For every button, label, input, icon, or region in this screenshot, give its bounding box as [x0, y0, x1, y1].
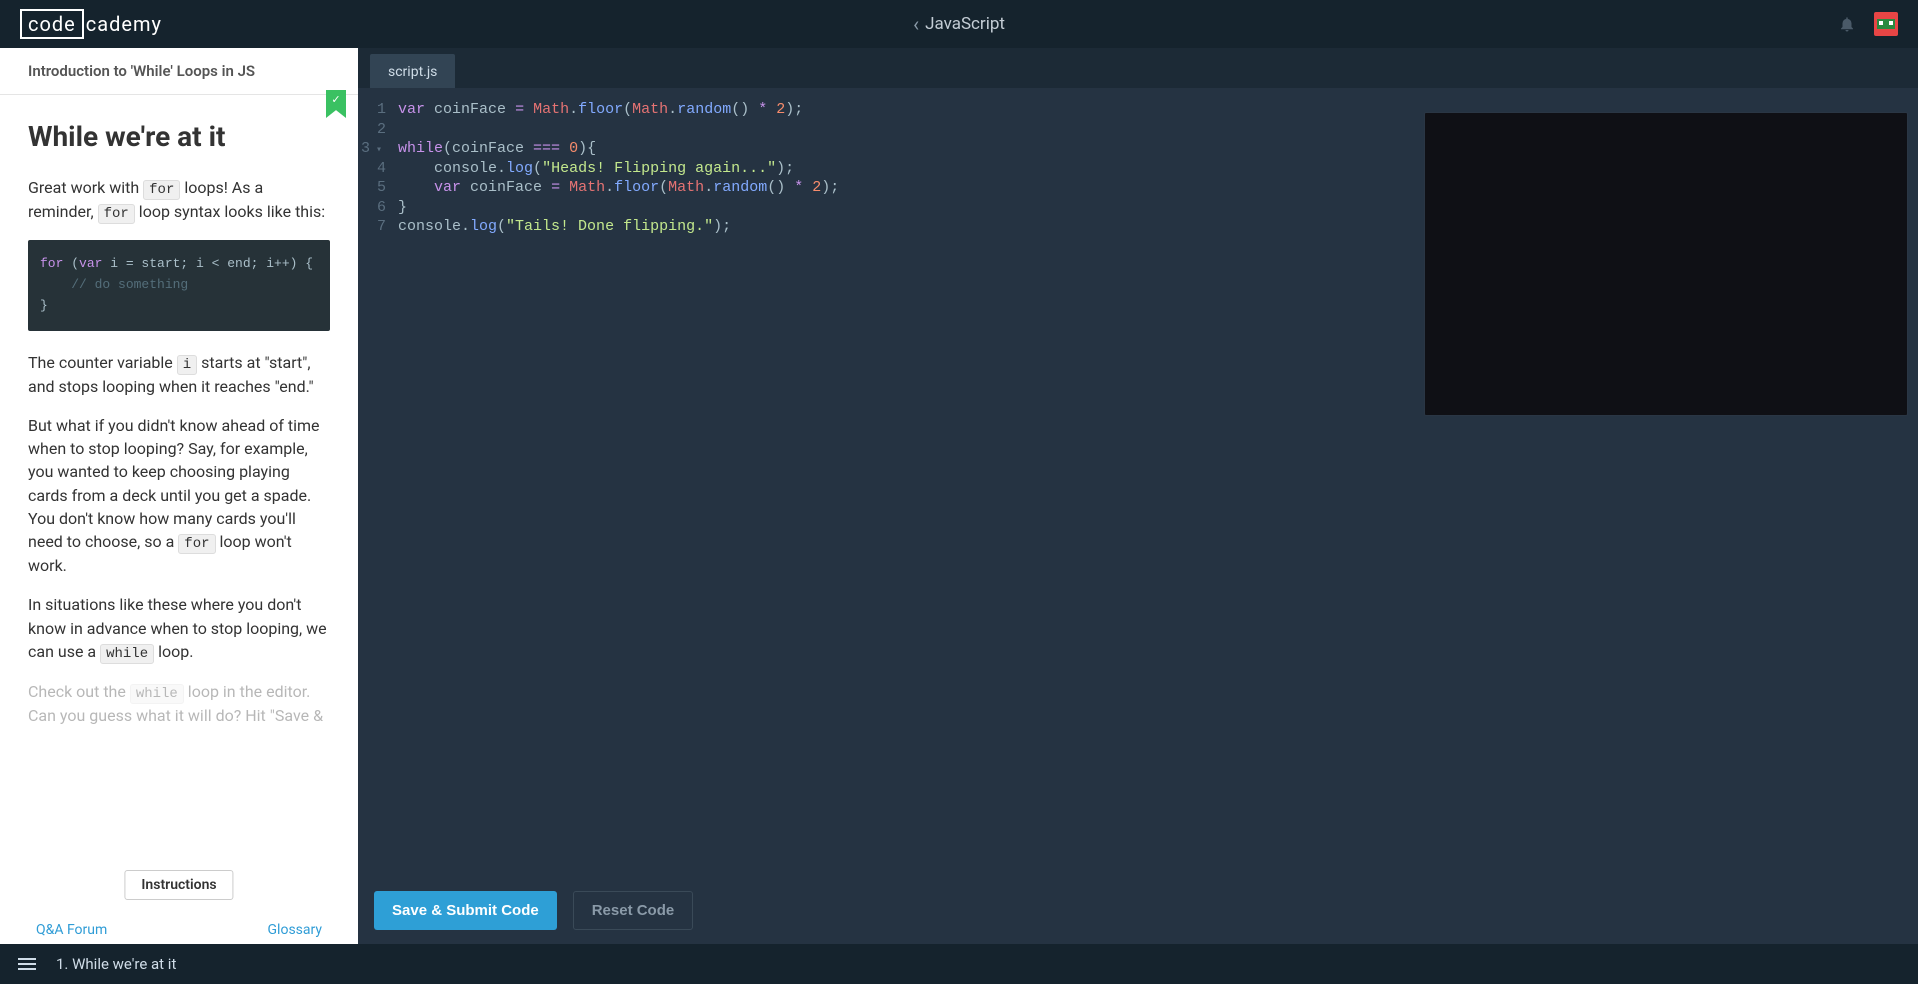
app-header: code cademy ‹ JavaScript	[0, 0, 1918, 48]
lesson-p4: In situations like these where you don't…	[28, 593, 330, 664]
glossary-link[interactable]: Glossary	[268, 922, 322, 938]
qa-forum-link[interactable]: Q&A Forum	[36, 922, 107, 938]
code-line-3: while(coinFace === 0){	[398, 139, 596, 159]
gutter-line: 1	[358, 100, 398, 120]
inline-code-while: while	[100, 644, 154, 664]
lesson-content[interactable]: While we're at it Great work with for lo…	[0, 95, 358, 944]
inline-code-for: for	[178, 534, 215, 554]
code-line-1: var coinFace = Math.floor(Math.random() …	[398, 100, 803, 120]
course-title-text: JavaScript	[925, 14, 1005, 34]
lesson-bottom-links: Q&A Forum Glossary	[0, 916, 358, 944]
code-line-7: console.log("Tails! Done flipping.");	[398, 217, 731, 237]
code-line-6: }	[398, 198, 407, 218]
gutter-line: 5	[358, 178, 398, 198]
output-panel	[1424, 112, 1908, 416]
check-icon: ✓	[331, 93, 340, 106]
chevron-left-icon: ‹	[913, 12, 919, 36]
logo[interactable]: code cademy	[20, 9, 162, 39]
instructions-tab[interactable]: Instructions	[124, 870, 233, 900]
tab-scriptjs[interactable]: script.js	[370, 54, 455, 88]
course-title[interactable]: ‹ JavaScript	[913, 12, 1005, 36]
code-line-4: console.log("Heads! Flipping again...");	[398, 159, 794, 179]
reset-button[interactable]: Reset Code	[573, 891, 694, 930]
editor-tabs: script.js	[358, 48, 1918, 88]
submit-button[interactable]: Save & Submit Code	[374, 891, 557, 930]
bell-icon[interactable]	[1838, 15, 1856, 33]
gutter-line: 3 ▾	[358, 139, 398, 159]
logo-text: cademy	[86, 12, 162, 36]
gutter-line: 6	[358, 198, 398, 218]
lesson-title: While we're at it	[28, 117, 330, 158]
lesson-p1: Great work with for loops! As a reminder…	[28, 176, 330, 225]
inline-code-i: i	[177, 355, 197, 375]
main-area: Introduction to 'While' Loops in JS ✓ Wh…	[0, 48, 1918, 944]
gutter-line: 7	[358, 217, 398, 237]
gutter-line: 2	[358, 120, 398, 140]
lesson-header-text: Introduction to 'While' Loops in JS	[28, 62, 255, 80]
avatar[interactable]	[1874, 12, 1898, 36]
editor-footer: Save & Submit Code Reset Code	[358, 877, 1918, 944]
lesson-faded: Check out the while loop in the editor. …	[28, 680, 330, 727]
lesson-p2: The counter variable i starts at "start"…	[28, 351, 330, 398]
gutter-line: 4	[358, 159, 398, 179]
footer-breadcrumb[interactable]: 1. While we're at it	[56, 955, 176, 973]
app-footer: 1. While we're at it	[0, 944, 1918, 984]
menu-icon[interactable]	[18, 958, 36, 970]
logo-box: code	[20, 9, 84, 39]
lesson-header: Introduction to 'While' Loops in JS	[0, 48, 358, 95]
inline-code-for: for	[143, 180, 180, 200]
lesson-p3: But what if you didn't know ahead of tim…	[28, 414, 330, 577]
lesson-code-block: for (var i = start; i < end; i++) { // d…	[28, 240, 330, 330]
code-line-5: var coinFace = Math.floor(Math.random() …	[398, 178, 839, 198]
lesson-panel: Introduction to 'While' Loops in JS ✓ Wh…	[0, 48, 358, 944]
editor-area: script.js 1var coinFace = Math.floor(Mat…	[358, 48, 1918, 944]
inline-code-for: for	[98, 204, 135, 224]
